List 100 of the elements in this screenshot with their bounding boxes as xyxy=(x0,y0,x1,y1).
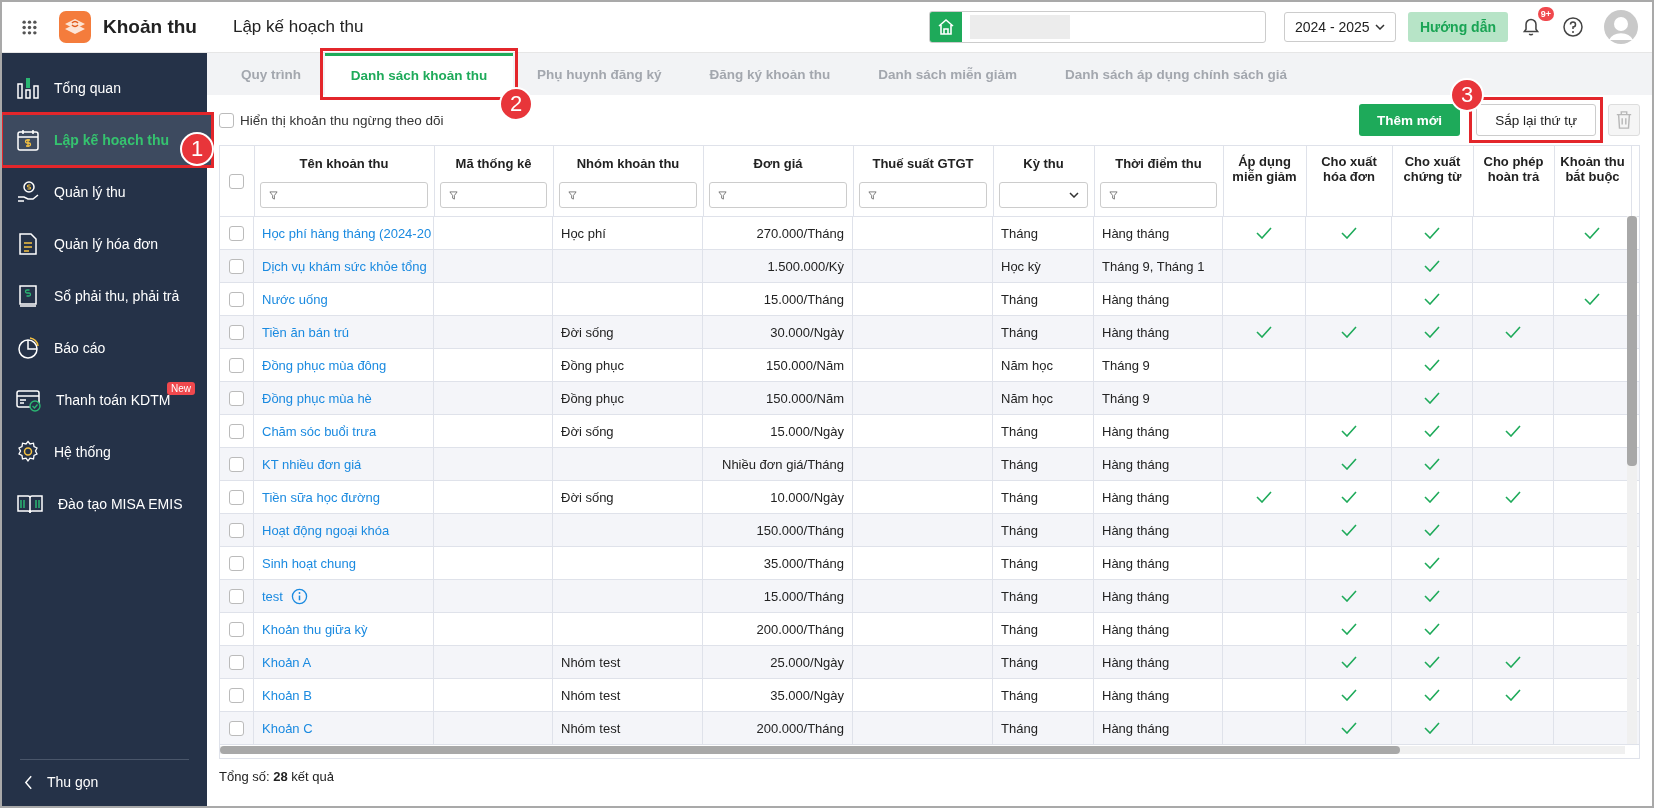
tab[interactable]: Danh sách miễn giảm xyxy=(854,53,1042,95)
row-checkbox[interactable] xyxy=(229,225,244,241)
row-checkbox[interactable] xyxy=(229,588,244,604)
new-badge: New xyxy=(167,382,195,395)
filter-field[interactable] xyxy=(859,182,987,208)
row-checkbox[interactable] xyxy=(229,258,244,274)
filter-field[interactable] xyxy=(1100,182,1217,208)
filter-icon xyxy=(269,190,278,200)
table-cell: Tháng xyxy=(1001,687,1038,703)
item-link[interactable]: Học phí hàng tháng (2024-20 xyxy=(262,225,432,241)
step-marker: 2 xyxy=(499,87,533,121)
filter-field[interactable] xyxy=(559,182,697,208)
item-link[interactable]: Khoản thu giữa kỳ xyxy=(262,621,368,637)
table-cell: 15.000/Ngày xyxy=(770,423,844,439)
row-checkbox[interactable] xyxy=(229,720,244,736)
row-checkbox[interactable] xyxy=(229,357,244,373)
item-link[interactable]: Khoản C xyxy=(262,720,313,736)
row-checkbox[interactable] xyxy=(229,687,244,703)
select-all-checkbox[interactable] xyxy=(229,174,245,189)
row-checkbox[interactable] xyxy=(229,555,244,571)
table-cell: Hàng tháng xyxy=(1102,588,1170,604)
filter-icon xyxy=(1109,190,1118,200)
school-field[interactable] xyxy=(928,11,1266,43)
apps-menu-icon[interactable] xyxy=(22,19,37,35)
calendar-icon xyxy=(16,128,40,152)
table-cell: Nhóm test xyxy=(561,720,621,736)
app-logo xyxy=(59,11,91,43)
item-link[interactable]: Khoản A xyxy=(262,654,312,670)
column-header: Áp dụng miễn giảm xyxy=(1223,146,1306,216)
sidebar-item[interactable]: Báo cáo xyxy=(2,322,207,374)
filter-field[interactable] xyxy=(709,182,847,208)
caret-icon xyxy=(1069,192,1079,198)
notification-badge: 9+ xyxy=(1537,7,1554,21)
table-cell: 270.000/Tháng xyxy=(756,225,844,241)
reorder-button[interactable]: Sắp lại thứ tự xyxy=(1476,104,1596,136)
help-icon[interactable] xyxy=(1562,16,1584,38)
tab[interactable]: Đăng ký khoản thu xyxy=(685,53,855,95)
document-icon xyxy=(16,232,40,256)
guide-button[interactable]: Hướng dẫn xyxy=(1407,12,1508,42)
tab[interactable]: Danh sách áp dụng chính sách giá xyxy=(1041,53,1312,95)
column-header: Khoản thu bắt buộc xyxy=(1554,146,1631,216)
table-cell: Tháng xyxy=(1001,489,1038,505)
collapse-button[interactable]: Thu gọn xyxy=(20,759,189,806)
row-checkbox[interactable] xyxy=(229,324,244,340)
sidebar-item[interactable]: Quản lý thu xyxy=(2,166,207,218)
item-link[interactable]: Nước uống xyxy=(262,291,328,307)
avatar-icon[interactable] xyxy=(1604,10,1638,44)
table-cell: Tháng xyxy=(1001,555,1038,571)
table-cell: Năm học xyxy=(1001,390,1054,406)
table-cell: 35.000/Tháng xyxy=(763,555,844,571)
table-cell: Đồng phục xyxy=(561,390,624,406)
item-link[interactable]: Sinh hoạt chung xyxy=(262,555,356,571)
sidebar-item[interactable]: Hệ thống xyxy=(2,426,207,478)
checkbox[interactable] xyxy=(219,112,234,128)
filter-select[interactable] xyxy=(999,182,1088,208)
table-cell: Nhiều đơn giá/Tháng xyxy=(722,456,844,472)
filter-icon xyxy=(868,190,877,200)
filter-field[interactable] xyxy=(440,182,547,208)
checkbox-label[interactable]: Hiển thị khoản thu ngừng theo dõi xyxy=(240,112,444,128)
sidebar-item[interactable]: Sổ phải thu, phải trả xyxy=(2,270,207,322)
item-link[interactable]: Tiền sữa học đường xyxy=(262,489,380,505)
sidebar-item[interactable]: Tổng quan xyxy=(2,62,207,114)
table-cell: Tháng xyxy=(1001,720,1038,736)
item-link[interactable]: Tiền ăn bán trú xyxy=(262,324,349,340)
row-checkbox[interactable] xyxy=(229,522,244,538)
row-checkbox[interactable] xyxy=(229,291,244,307)
table-cell: 200.000/Tháng xyxy=(756,720,844,736)
table-cell: Hàng tháng xyxy=(1102,456,1170,472)
item-link[interactable]: Dịch vụ khám sức khỏe tổng xyxy=(262,258,427,274)
item-link[interactable]: Đồng phục mùa hè xyxy=(262,390,372,406)
row-checkbox[interactable] xyxy=(229,654,244,670)
row-checkbox[interactable] xyxy=(229,621,244,637)
tab[interactable]: Quy trình xyxy=(217,53,325,95)
row-checkbox[interactable] xyxy=(229,390,244,406)
row-checkbox[interactable] xyxy=(229,423,244,439)
horizontal-scrollbar[interactable] xyxy=(220,746,1625,754)
vertical-scrollbar[interactable] xyxy=(1627,216,1637,744)
filter-icon xyxy=(718,190,727,200)
row-checkbox[interactable] xyxy=(229,489,244,505)
item-link[interactable]: test xyxy=(262,588,283,604)
item-link[interactable]: Chăm sóc buổi trưa xyxy=(262,423,377,439)
table-cell: Hàng tháng xyxy=(1102,423,1170,439)
row-checkbox[interactable] xyxy=(229,456,244,472)
total-count: Tổng số: 28 kết quả xyxy=(219,768,335,784)
table-cell: Hàng tháng xyxy=(1102,555,1170,571)
add-button[interactable]: Thêm mới xyxy=(1359,104,1461,136)
sidebar-item[interactable]: Thanh toán KDTM New xyxy=(2,374,207,426)
item-link[interactable]: Đồng phục mùa đông xyxy=(262,357,387,373)
table-cell: 15.000/Tháng xyxy=(763,291,844,307)
year-select[interactable]: 2024 - 2025 xyxy=(1283,12,1396,42)
table-cell: Hàng tháng xyxy=(1102,489,1170,505)
table-cell: 150.000/Năm xyxy=(765,390,844,406)
filter-field[interactable] xyxy=(260,182,428,208)
table-cell: 30.000/Ngày xyxy=(770,324,844,340)
sidebar-item[interactable]: Đào tạo MISA EMIS xyxy=(2,478,207,530)
item-link[interactable]: Hoạt động ngoại khóa xyxy=(262,522,390,538)
info-icon[interactable] xyxy=(290,587,308,605)
sidebar-item[interactable]: Quản lý hóa đơn xyxy=(2,218,207,270)
item-link[interactable]: KT nhiều đơn giá xyxy=(262,456,362,472)
item-link[interactable]: Khoản B xyxy=(262,687,312,703)
